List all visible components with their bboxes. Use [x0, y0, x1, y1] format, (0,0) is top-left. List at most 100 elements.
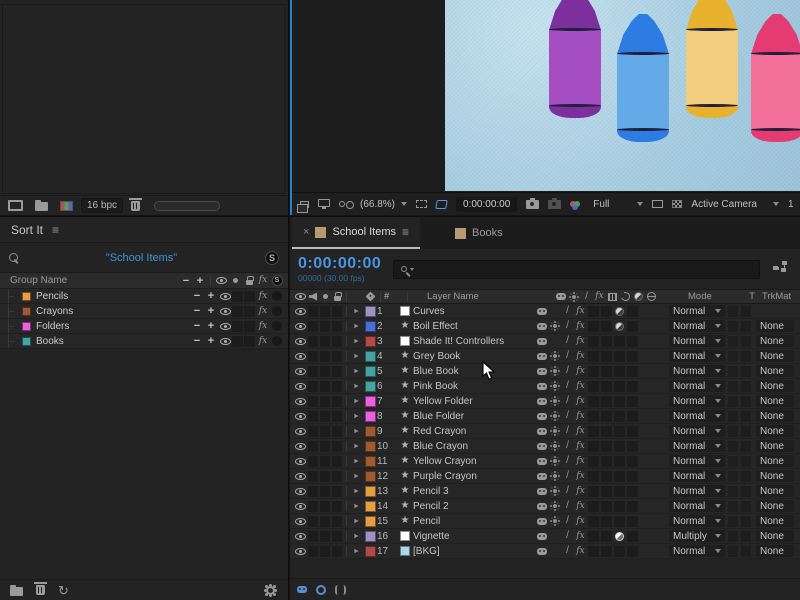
- trkmat-dropdown[interactable]: None: [756, 425, 794, 437]
- layer-name[interactable]: Shade It! Controllers: [413, 336, 535, 347]
- collapse-switch[interactable]: [548, 517, 561, 525]
- blend-mode-dropdown[interactable]: Normal: [669, 485, 725, 497]
- blend-mode-dropdown[interactable]: Normal: [669, 410, 725, 422]
- quality-switch[interactable]: /: [561, 396, 574, 406]
- add-group-button[interactable]: +: [204, 335, 218, 347]
- threed-cell[interactable]: [626, 471, 639, 482]
- motion-blur-cell[interactable]: [600, 366, 613, 377]
- layer-label-cell[interactable]: [363, 411, 377, 422]
- frame-blending-toggle[interactable]: [316, 585, 326, 595]
- layer-solo-cell[interactable]: [319, 426, 331, 437]
- threed-cell[interactable]: [626, 321, 639, 332]
- collapse-switch[interactable]: [548, 322, 561, 330]
- group-color-swatch[interactable]: [22, 322, 31, 331]
- trash-icon[interactable]: [131, 201, 140, 211]
- layer-audio-cell[interactable]: [307, 306, 319, 317]
- motion-blur-cell[interactable]: [600, 411, 613, 422]
- layer-expander[interactable]: ►: [350, 338, 363, 345]
- preserve-transparency-cell[interactable]: [728, 516, 738, 527]
- threed-cell[interactable]: [626, 306, 639, 317]
- blend-mode-dropdown[interactable]: Normal: [669, 425, 725, 437]
- trkmat-dropdown[interactable]: None: [756, 515, 794, 527]
- group-row[interactable]: Pencils−+fx: [0, 289, 288, 304]
- layer-label-cell[interactable]: [363, 336, 377, 347]
- layer-name[interactable]: Grey Book: [413, 351, 535, 362]
- layer-visibility-toggle[interactable]: [294, 548, 307, 555]
- hide-shy-layers-toggle[interactable]: [297, 586, 307, 593]
- threed-cell[interactable]: [626, 336, 639, 347]
- quality-switch[interactable]: /: [561, 411, 574, 421]
- adjustment-cell[interactable]: [613, 411, 626, 422]
- effects-switch[interactable]: fx: [574, 337, 587, 346]
- video-column-icon[interactable]: [295, 293, 306, 300]
- layer-expander[interactable]: ►: [350, 503, 363, 510]
- add-group-button[interactable]: +: [204, 290, 218, 302]
- adjustment-cell[interactable]: [613, 322, 626, 331]
- preserve-transparency-cell[interactable]: [728, 351, 738, 362]
- preserve-transparency-cell[interactable]: [728, 411, 738, 422]
- threed-cell[interactable]: [626, 366, 639, 377]
- layer-name[interactable]: Blue Book: [413, 366, 535, 377]
- layer-row[interactable]: ►4★Grey Book/fxNormalNone: [290, 349, 800, 364]
- layer-visibility-toggle[interactable]: [294, 308, 307, 315]
- group-color-swatch[interactable]: [22, 337, 31, 346]
- layer-visibility-toggle[interactable]: [294, 353, 307, 360]
- group-lock-cell[interactable]: [244, 321, 255, 332]
- shy-switch[interactable]: [535, 518, 548, 525]
- quality-switch[interactable]: /: [561, 336, 574, 346]
- shy-switch[interactable]: [535, 458, 548, 465]
- layer-lock-cell[interactable]: [331, 381, 343, 392]
- audio-column-icon[interactable]: [309, 293, 317, 301]
- layer-lock-cell[interactable]: [331, 306, 343, 317]
- layer-row[interactable]: ►6★Pink Book/fxNormalNone: [290, 379, 800, 394]
- group-fx-toggle[interactable]: fx: [256, 322, 270, 331]
- preserve-transparency-cell[interactable]: [728, 306, 738, 317]
- layer-expander[interactable]: ►: [350, 323, 363, 330]
- tab-school-items[interactable]: × School Items ≡: [292, 217, 420, 249]
- preserve-transparency-cell[interactable]: [728, 471, 738, 482]
- frame-blend-cell[interactable]: [587, 381, 600, 392]
- preserve-transparency-cell[interactable]: [728, 321, 738, 332]
- layer-visibility-toggle[interactable]: [294, 413, 307, 420]
- collapse-switch[interactable]: [548, 412, 561, 420]
- group-select-cell[interactable]: [270, 291, 284, 301]
- quality-column-icon[interactable]: /: [580, 292, 593, 302]
- search-value[interactable]: "School Items": [18, 252, 265, 264]
- layer-audio-cell[interactable]: [307, 396, 319, 407]
- effects-switch[interactable]: fx: [574, 322, 587, 331]
- effects-switch[interactable]: fx: [574, 397, 587, 406]
- layer-name[interactable]: Yellow Folder: [413, 396, 535, 407]
- motion-blur-cell[interactable]: [600, 441, 613, 452]
- preview-monitor-icon[interactable]: [318, 199, 330, 207]
- collapse-switch[interactable]: [548, 472, 561, 480]
- layer-lock-cell[interactable]: [331, 426, 343, 437]
- threed-cell[interactable]: [626, 381, 639, 392]
- t-column-header[interactable]: T: [747, 291, 757, 302]
- shy-switch[interactable]: [535, 338, 548, 345]
- threed-cell[interactable]: [626, 396, 639, 407]
- remove-group-button[interactable]: −: [190, 320, 204, 332]
- collapse-switch[interactable]: [548, 352, 561, 360]
- layer-lock-cell[interactable]: [331, 366, 343, 377]
- tab-books[interactable]: Books: [444, 217, 514, 249]
- effects-switch[interactable]: fx: [574, 352, 587, 361]
- frame-blend-cell[interactable]: [587, 321, 600, 332]
- group-select-cell[interactable]: [270, 321, 284, 331]
- layer-solo-cell[interactable]: [319, 411, 331, 422]
- group-lock-cell[interactable]: [244, 291, 255, 302]
- layer-label-cell[interactable]: [363, 501, 377, 512]
- layer-expander[interactable]: ►: [350, 458, 363, 465]
- threed-cell[interactable]: [626, 351, 639, 362]
- layer-expander[interactable]: ►: [350, 548, 363, 555]
- quality-switch[interactable]: /: [561, 441, 574, 451]
- panel-menu-icon[interactable]: ≡: [52, 223, 59, 237]
- collapse-switch[interactable]: [548, 457, 561, 465]
- blend-mode-dropdown[interactable]: Multiply: [669, 530, 725, 542]
- snapshot-stack-icon[interactable]: [300, 201, 309, 208]
- frame-blend-cell[interactable]: [587, 531, 600, 542]
- layer-solo-cell[interactable]: [319, 516, 331, 527]
- layer-expander[interactable]: ►: [350, 488, 363, 495]
- timeline-search-input[interactable]: [393, 260, 760, 279]
- trkmat-dropdown[interactable]: None: [756, 410, 794, 422]
- motion-blur-cell[interactable]: [600, 456, 613, 467]
